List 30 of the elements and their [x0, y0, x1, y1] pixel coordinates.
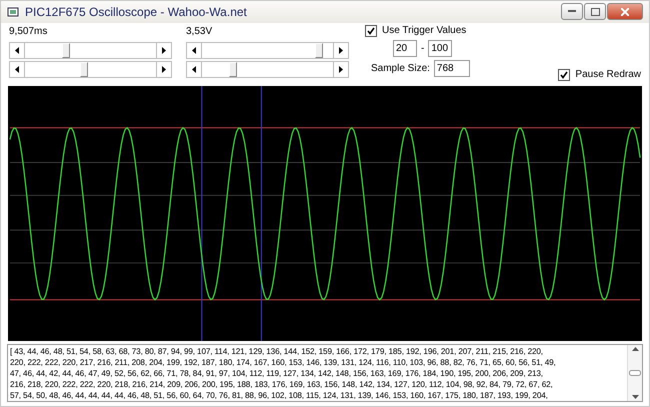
close-button[interactable]: [607, 3, 643, 20]
close-icon: [621, 8, 629, 16]
scrollbar[interactable]: [186, 60, 349, 78]
scroll-up-icon[interactable]: [632, 347, 638, 351]
scrollbar-thumb[interactable]: [629, 370, 641, 376]
maximize-icon: [590, 8, 600, 16]
cursor-line[interactable]: [260, 86, 262, 341]
trigger-low-field[interactable]: 20: [393, 40, 417, 57]
checkbox-label: Pause Redraw: [575, 69, 641, 80]
maximize-button[interactable]: [584, 3, 606, 20]
trigger-high-field[interactable]: 100: [428, 40, 452, 57]
checkbox-label: Use Trigger Values: [382, 25, 466, 36]
minimize-button[interactable]: [561, 3, 583, 20]
scrollbar[interactable]: [186, 42, 349, 59]
checkbox[interactable]: [365, 24, 377, 37]
cursor-line[interactable]: [201, 86, 202, 341]
samples-text-area[interactable]: [7, 344, 643, 402]
checkbox[interactable]: [558, 68, 570, 81]
scroll-down-icon[interactable]: [632, 395, 638, 399]
scrollbar[interactable]: [9, 60, 172, 78]
range-separator: -: [421, 42, 424, 54]
sample-size-field[interactable]: 768: [434, 60, 470, 77]
time-reading: 9,507ms: [9, 24, 48, 38]
minimize-icon: [568, 10, 576, 14]
app-icon: [7, 6, 19, 18]
sample-size-label: Sample Size:: [371, 62, 430, 74]
window-title: PIC12F675 Oscilloscope - Wahoo-Wa.net: [25, 4, 248, 19]
scrollbar[interactable]: [9, 42, 172, 59]
sample-values-text: [ 43, 44, 46, 48, 51, 54, 58, 63, 68, 73, 80, 87, 94, 99, 107, 114, 121, 129, 136, 144, 152, 159, 166, 172, 179, 185, 192, 196, 201, 207, 211, 215, 216, 220, 220, 222, 222, 220, 217, 216, 211, 208, 204, 199, 192, 187, 180, 174, 167, 160, 153, 146, 139, 131, 124, 116, 110, 103, 96, 88, 82, 76, 71, 65, 60, 56, 51, 49, 47, 46, 44, 42, 44, 46, 47, 49, 52, 56, 62, 66, 71, 78, 84, 91, 97, 104, 112, 119, 127, 134, 142, 148, 156, 163, 169, 176, 184, 190, 195, 200, 206, 209, 213, 216, 218, 220, 222, 222, 220, 218, 216, 214, 209, 206, 200, 195, 188, 183, 176, 169, 163, 156, 148, 142, 134, 127, 120, 112, 104, 98, 92, 84, 79, 72, 67, 62, 57, 54, 50, 48, 46, 44, 44, 44, 44, 46, 48, 51, 56, 60, 64, 70, 76, 81, 88, 96, 102, 108, 115, 124, 131, 139, 146, 153, 160, 167, 175, 180, 187, 193, 199, 204,: [9, 346, 557, 401]
voltage-reading: 3,53V: [186, 24, 214, 38]
